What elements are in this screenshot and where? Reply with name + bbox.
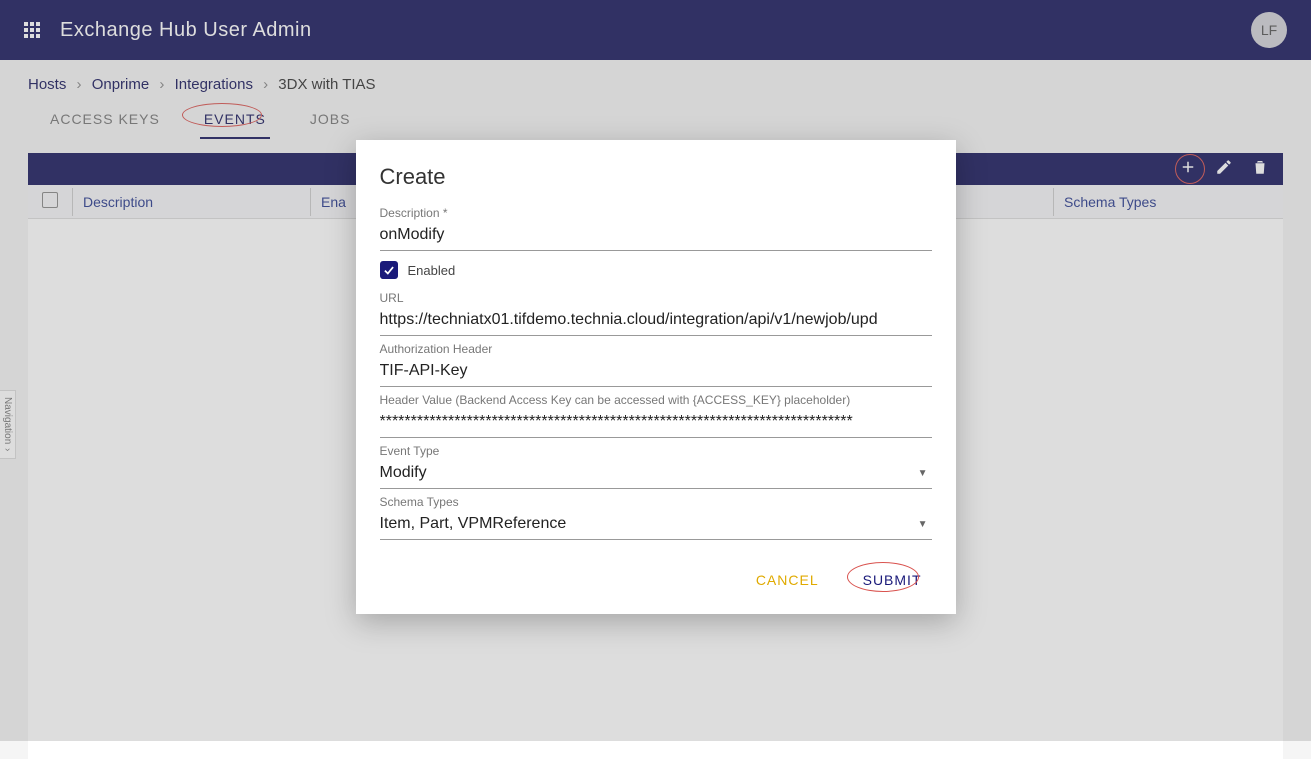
schema-types-select[interactable] [380, 511, 932, 540]
url-label: URL [380, 291, 932, 305]
create-modal: Create Description * Enabled URL Authori… [356, 140, 956, 614]
field-description: Description * [380, 206, 932, 251]
field-event-type: Event Type ▼ [380, 444, 932, 489]
url-input[interactable] [380, 307, 932, 336]
header-value-input[interactable] [380, 409, 932, 438]
modal-overlay: Create Description * Enabled URL Authori… [0, 0, 1311, 741]
description-input[interactable] [380, 222, 932, 251]
submit-button[interactable]: SUBMIT [853, 564, 932, 596]
description-label: Description * [380, 206, 932, 220]
chevron-down-icon: ▼ [918, 468, 928, 479]
event-type-label: Event Type [380, 444, 932, 458]
field-schema-types: Schema Types ▼ [380, 495, 932, 540]
auth-label: Authorization Header [380, 342, 932, 356]
event-type-select[interactable] [380, 460, 932, 489]
field-header-value: Header Value (Backend Access Key can be … [380, 393, 932, 438]
submit-label: SUBMIT [863, 572, 922, 588]
modal-actions: CANCEL SUBMIT [380, 564, 932, 596]
auth-input[interactable] [380, 358, 932, 387]
field-url: URL [380, 291, 932, 336]
cancel-button[interactable]: CANCEL [746, 564, 829, 596]
chevron-down-icon: ▼ [918, 519, 928, 530]
field-auth-header: Authorization Header [380, 342, 932, 387]
enabled-label: Enabled [408, 263, 456, 278]
modal-title: Create [380, 164, 932, 190]
enabled-checkbox[interactable] [380, 261, 398, 279]
field-enabled: Enabled [380, 261, 932, 279]
schema-types-label: Schema Types [380, 495, 932, 509]
header-value-label: Header Value (Backend Access Key can be … [380, 393, 932, 407]
